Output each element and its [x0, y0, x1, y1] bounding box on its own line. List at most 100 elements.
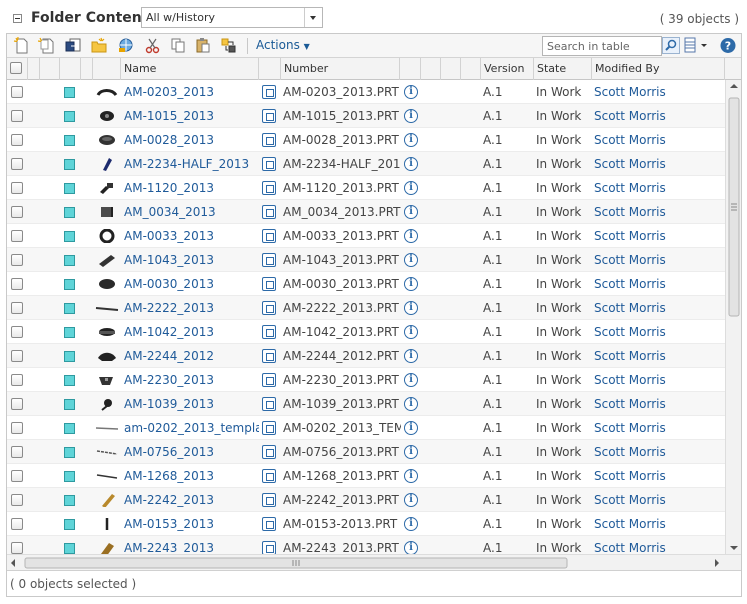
table-row[interactable]: AM-0153_2013 AM-0153-2013.PRT i A.1 In Work S… — [7, 512, 725, 536]
part-thumbnail-icon[interactable] — [95, 157, 119, 171]
part-name-link[interactable]: AM_0034_2013 — [124, 200, 259, 224]
info-icon[interactable]: i — [404, 181, 418, 195]
row-checkbox[interactable] — [11, 422, 23, 434]
modified-by-link[interactable]: Scott Morris — [594, 248, 724, 272]
move-icon[interactable] — [220, 37, 238, 54]
info-icon[interactable]: i — [404, 325, 418, 339]
cad-document-icon[interactable] — [262, 469, 276, 483]
part-thumbnail-icon[interactable] — [95, 469, 119, 483]
modified-by-link[interactable]: Scott Morris — [594, 272, 724, 296]
part-thumbnail-icon[interactable] — [95, 373, 119, 387]
modified-by-link[interactable]: Scott Morris — [594, 416, 724, 440]
info-icon[interactable]: i — [404, 205, 418, 219]
import-icon[interactable] — [64, 37, 82, 54]
part-thumbnail-icon[interactable] — [95, 109, 119, 123]
info-icon[interactable]: i — [404, 157, 418, 171]
vertical-scrollbar[interactable] — [725, 80, 741, 554]
row-checkbox[interactable] — [11, 446, 23, 458]
cad-document-icon[interactable] — [262, 253, 276, 267]
part-name-link[interactable]: AM-1268_2013 — [124, 464, 259, 488]
part-name-link[interactable]: AM-0033_2013 — [124, 224, 259, 248]
row-checkbox[interactable] — [11, 326, 23, 338]
part-thumbnail-icon[interactable] — [95, 277, 119, 291]
part-thumbnail-icon[interactable] — [95, 325, 119, 339]
help-icon[interactable]: ? — [719, 37, 737, 54]
cad-document-icon[interactable] — [262, 181, 276, 195]
chevron-down-icon[interactable] — [304, 8, 322, 27]
row-checkbox[interactable] — [11, 518, 23, 530]
part-thumbnail-icon[interactable] — [95, 397, 119, 411]
modified-by-link[interactable]: Scott Morris — [594, 200, 724, 224]
part-thumbnail-icon[interactable] — [95, 541, 119, 554]
part-name-link[interactable]: AM-0028_2013 — [124, 128, 259, 152]
cad-workspace-icon[interactable] — [117, 37, 135, 54]
modified-by-link[interactable]: Scott Morris — [594, 512, 724, 536]
part-name-link[interactable]: AM-1015_2013 — [124, 104, 259, 128]
part-name-link[interactable]: AM-1039_2013 — [124, 392, 259, 416]
table-row[interactable]: AM-1042_2013 AM-1042_2013.PRT i A.1 In Work S… — [7, 320, 725, 344]
info-icon[interactable]: i — [404, 421, 418, 435]
part-thumbnail-icon[interactable] — [95, 445, 119, 459]
info-icon[interactable]: i — [404, 85, 418, 99]
part-name-link[interactable]: AM-2222_2013 — [124, 296, 259, 320]
search-icon[interactable] — [662, 37, 680, 54]
info-icon[interactable]: i — [404, 517, 418, 531]
info-icon[interactable]: i — [404, 469, 418, 483]
part-name-link[interactable]: AM-2242_2013 — [124, 488, 259, 512]
info-icon[interactable]: i — [404, 373, 418, 387]
column-header-number[interactable]: Number — [281, 58, 400, 80]
column-header-state[interactable]: State — [534, 58, 592, 80]
row-checkbox[interactable] — [11, 350, 23, 362]
info-icon[interactable]: i — [404, 109, 418, 123]
part-thumbnail-icon[interactable] — [95, 181, 119, 195]
table-row[interactable]: AM-2234-HALF_2013 AM-2234-HALF_2013....i A… — [7, 152, 725, 176]
cad-document-icon[interactable] — [262, 421, 276, 435]
part-thumbnail-icon[interactable] — [95, 421, 119, 435]
cad-document-icon[interactable] — [262, 301, 276, 315]
part-thumbnail-icon[interactable] — [95, 85, 119, 99]
part-name-link[interactable]: am-0202_2013_template — [124, 416, 259, 440]
part-name-link[interactable]: AM-1042_2013 — [124, 320, 259, 344]
row-checkbox[interactable] — [11, 302, 23, 314]
cad-document-icon[interactable] — [262, 133, 276, 147]
modified-by-link[interactable]: Scott Morris — [594, 104, 724, 128]
info-icon[interactable]: i — [404, 133, 418, 147]
cad-document-icon[interactable] — [262, 325, 276, 339]
row-checkbox[interactable] — [11, 158, 23, 170]
cut-icon[interactable] — [144, 37, 162, 54]
row-checkbox[interactable] — [11, 374, 23, 386]
column-header-name[interactable]: Name — [121, 58, 259, 80]
part-thumbnail-icon[interactable] — [95, 493, 119, 507]
table-row[interactable]: AM-0203_2013 AM-0203_2013.PRT i A.1 In Work S… — [7, 80, 725, 104]
table-row[interactable]: AM-0033_2013 AM-0033_2013.PRT i A.1 In Work S… — [7, 224, 725, 248]
table-row[interactable]: AM-0030_2013 AM-0030_2013.PRT i A.1 In Work S… — [7, 272, 725, 296]
cad-document-icon[interactable] — [262, 493, 276, 507]
row-checkbox[interactable] — [11, 182, 23, 194]
modified-by-link[interactable]: Scott Morris — [594, 224, 724, 248]
cad-document-icon[interactable] — [262, 277, 276, 291]
modified-by-link[interactable]: Scott Morris — [594, 320, 724, 344]
modified-by-link[interactable]: Scott Morris — [594, 464, 724, 488]
row-checkbox[interactable] — [11, 542, 23, 554]
row-checkbox[interactable] — [11, 230, 23, 242]
part-name-link[interactable]: AM-1043_2013 — [124, 248, 259, 272]
part-name-link[interactable]: AM-2243_2013 — [124, 536, 259, 554]
cad-document-icon[interactable] — [262, 517, 276, 531]
modified-by-link[interactable]: Scott Morris — [594, 440, 724, 464]
new-folder-icon[interactable] — [90, 37, 108, 54]
cad-document-icon[interactable] — [262, 349, 276, 363]
table-row[interactable]: AM-1043_2013 AM-1043_2013.PRT i A.1 In Work S… — [7, 248, 725, 272]
row-checkbox[interactable] — [11, 470, 23, 482]
table-row[interactable]: AM-2244_2012 AM-2244_2012.PRT i A.1 In Work S… — [7, 344, 725, 368]
table-row[interactable]: AM-0028_2013 AM-0028_2013.PRT i A.1 In Work S… — [7, 128, 725, 152]
copy-icon[interactable] — [169, 37, 187, 54]
column-header-modified-by[interactable]: Modified By — [592, 58, 725, 80]
info-icon[interactable]: i — [404, 229, 418, 243]
column-view-icon[interactable] — [684, 37, 707, 54]
table-row[interactable]: AM-2243_2013 AM-2243_2013.PRT i A.1 In Work S… — [7, 536, 725, 554]
modified-by-link[interactable]: Scott Morris — [594, 344, 724, 368]
cad-document-icon[interactable] — [262, 205, 276, 219]
search-input[interactable]: Search in table — [542, 36, 662, 56]
column-header-type[interactable] — [60, 58, 81, 80]
part-thumbnail-icon[interactable] — [95, 229, 119, 243]
